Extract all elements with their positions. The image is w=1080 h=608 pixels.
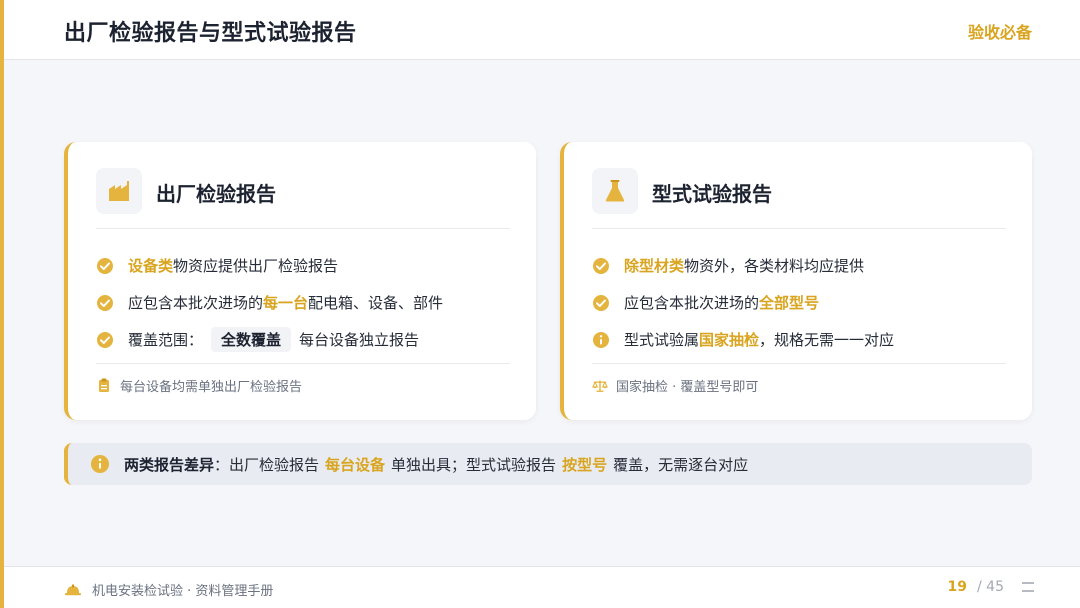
list-item: 设备类 物资应提供出厂检验报告: [96, 247, 516, 284]
card-note: 每台设备均需单独出厂检验报告: [96, 376, 302, 395]
highlight-text: 国家抽检: [699, 331, 760, 349]
banner-title: 两类报告差异: [124, 455, 215, 474]
info-circle-icon: [90, 454, 110, 474]
card-title: 型式试验报告: [652, 182, 772, 206]
factory-icon: [96, 168, 142, 214]
info-circle-icon: [592, 331, 610, 349]
scale-icon: [592, 378, 608, 394]
item-text: ，规格无需一一对应: [759, 331, 895, 349]
divider: [96, 363, 510, 364]
banner-text: 覆盖，无需逐台对应: [613, 455, 749, 474]
footer: 机电安装检试验 · 资料管理手册 19 / 45: [4, 566, 1080, 608]
header: 出厂检验报告与型式试验报告 验收必备: [4, 0, 1080, 60]
type-items: 除型材类 物资外，各类材料均应提供 应包含本批次进场的 全部型号 型式试验属 国…: [592, 247, 1012, 358]
factory-items: 设备类 物资应提供出厂检验报告 应包含本批次进场的 每一台 配电箱、设备、部件 …: [96, 247, 516, 358]
item-text: 覆盖范围：: [128, 331, 204, 349]
hardhat-icon: [64, 583, 82, 597]
left-accent-stripe: [0, 0, 4, 608]
highlight-text: 除型材类: [624, 257, 685, 275]
item-text: 物资应提供出厂检验报告: [173, 257, 339, 275]
item-text: 配电箱、设备、部件: [308, 294, 444, 312]
flask-icon: [592, 168, 638, 214]
page-current: 19: [947, 579, 968, 595]
list-item: 除型材类 物资外，各类材料均应提供: [592, 247, 1012, 284]
check-circle-icon: [96, 257, 114, 275]
banner-text: ：出厂检验报告: [214, 455, 320, 474]
list-item: 型式试验属 国家抽检 ，规格无需一一对应: [592, 321, 1012, 358]
page-title: 出厂检验报告与型式试验报告: [64, 21, 357, 46]
footer-brand: 机电安装检试验 · 资料管理手册: [64, 580, 273, 599]
type-test-report-card: 型式试验报告 除型材类 物资外，各类材料均应提供 应包含本批次进场的 全部型号 …: [560, 142, 1032, 420]
item-text: 应包含本批次进场的: [624, 294, 760, 312]
menu-icon[interactable]: [1022, 582, 1034, 592]
banner-text: 单独出具；型式试验报告: [391, 455, 557, 474]
footer-text: 机电安装检试验 · 资料管理手册: [92, 584, 274, 599]
pagination: 19 / 45: [948, 579, 1034, 595]
divider: [592, 363, 1006, 364]
factory-report-card: 出厂检验报告 设备类 物资应提供出厂检验报告 应包含本批次进场的 每一台 配电箱…: [64, 142, 536, 420]
list-item: 覆盖范围： 全数覆盖 每台设备独立报告: [96, 321, 516, 358]
item-text: 型式试验属: [624, 331, 700, 349]
banner-highlight: 按型号: [562, 455, 608, 474]
list-item: 应包含本批次进场的 全部型号: [592, 284, 1012, 321]
clipboard-icon: [96, 378, 112, 394]
check-circle-icon: [96, 331, 114, 349]
page-total: / 45: [977, 579, 1004, 595]
highlight-text: 全部型号: [759, 294, 820, 312]
divider: [592, 228, 1006, 229]
header-badge: 验收必备: [967, 23, 1032, 42]
difference-banner: 两类报告差异 ：出厂检验报告 每台设备 单独出具；型式试验报告 按型号 覆盖，无…: [64, 443, 1032, 485]
coverage-pill: 全数覆盖: [211, 327, 292, 352]
divider: [96, 228, 510, 229]
item-text: 物资外，各类材料均应提供: [684, 257, 865, 275]
highlight-text: 每一台: [263, 294, 309, 312]
note-text: 每台设备均需单独出厂检验报告: [120, 380, 303, 395]
check-circle-icon: [592, 294, 610, 312]
list-item: 应包含本批次进场的 每一台 配电箱、设备、部件: [96, 284, 516, 321]
banner-highlight: 每台设备: [325, 455, 386, 474]
highlight-text: 设备类: [128, 257, 174, 275]
check-circle-icon: [592, 257, 610, 275]
note-text: 国家抽检 · 覆盖型号即可: [616, 380, 759, 395]
card-note: 国家抽检 · 覆盖型号即可: [592, 376, 758, 395]
item-text: 应包含本批次进场的: [128, 294, 264, 312]
check-circle-icon: [96, 294, 114, 312]
item-text: 每台设备独立报告: [299, 331, 420, 349]
card-title: 出厂检验报告: [156, 182, 276, 206]
